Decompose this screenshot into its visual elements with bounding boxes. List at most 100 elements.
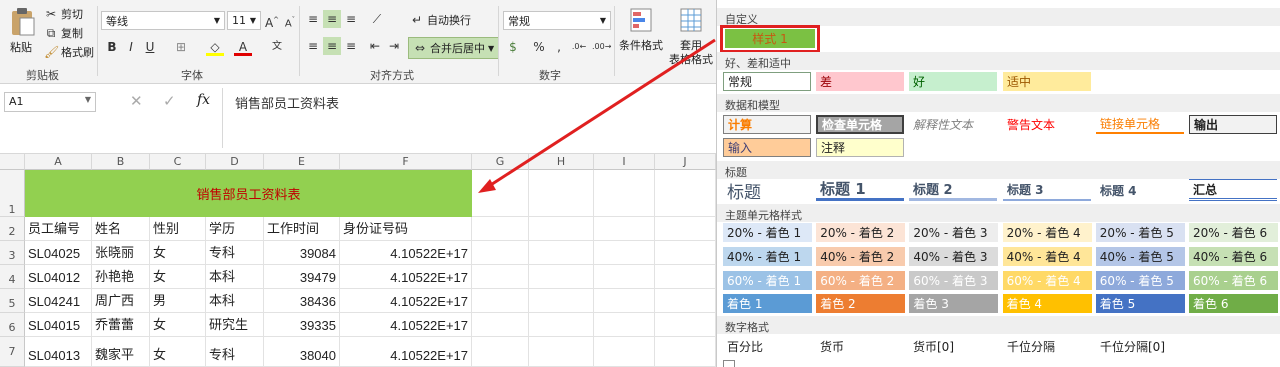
style-comma[interactable]: 千位分隔	[1003, 337, 1091, 356]
copy-button[interactable]: ⧉ 复制	[44, 25, 83, 41]
worksheet-grid[interactable]: A B C D E F G H I J 1 2 3 4 5 6 7 销售部员工资…	[0, 38, 716, 367]
theme-style-t60-3[interactable]: 60% - 着色 3	[909, 271, 999, 290]
italic-icon[interactable]: I	[122, 38, 140, 56]
increase-indent-icon[interactable]: ⇥	[385, 37, 403, 55]
column-header[interactable]: A	[25, 154, 92, 170]
column-header[interactable]: B	[92, 154, 150, 170]
style-output[interactable]: 输出	[1189, 115, 1277, 134]
paste-button[interactable]: 粘贴	[6, 6, 40, 62]
data-cell[interactable]: 孙艳艳	[92, 265, 150, 289]
column-header[interactable]: D	[206, 154, 264, 170]
data-cell[interactable]: 张晓丽	[92, 241, 150, 265]
theme-style-t20-2[interactable]: 20% - 着色 2	[816, 223, 906, 242]
theme-style-t20-6[interactable]: 20% - 着色 6	[1189, 223, 1278, 242]
select-all-corner[interactable]	[0, 154, 25, 170]
theme-style-tfull-5[interactable]: 着色 5	[1095, 294, 1185, 313]
theme-style-t40-4[interactable]: 40% - 着色 4	[1002, 247, 1092, 266]
data-cell[interactable]: SL04012	[25, 265, 92, 289]
header-cell[interactable]: 身份证号码	[340, 217, 472, 241]
data-cell[interactable]: 专科	[206, 337, 264, 367]
theme-style-t40-3[interactable]: 40% - 着色 3	[909, 247, 999, 266]
data-cell[interactable]: SL04015	[25, 313, 92, 337]
border-icon[interactable]: ⊞	[172, 38, 190, 56]
style-1-swatch[interactable]: 样式 1	[725, 29, 815, 48]
style-heading-1[interactable]: 标题 1	[816, 179, 904, 201]
theme-style-t60-2[interactable]: 60% - 着色 2	[816, 271, 906, 290]
cancel-icon[interactable]: ✕	[130, 92, 143, 110]
style-comma-0[interactable]: 千位分隔[0]	[1096, 337, 1184, 356]
theme-style-t60-6[interactable]: 60% - 着色 6	[1189, 271, 1278, 290]
theme-style-t20-4[interactable]: 20% - 着色 4	[1002, 223, 1092, 242]
name-box[interactable]: A1 ▼	[4, 92, 96, 112]
style-check-cell[interactable]: 检查单元格	[816, 115, 904, 134]
font-size-select[interactable]: 11 ▼	[227, 11, 261, 30]
row-header[interactable]: 1	[0, 170, 25, 217]
new-style-icon[interactable]	[723, 360, 735, 367]
data-cell[interactable]: 女	[150, 265, 206, 289]
style-input[interactable]: 输入	[723, 138, 811, 157]
align-left-icon[interactable]: ≡	[304, 37, 322, 55]
data-cell[interactable]: 专科	[206, 241, 264, 265]
header-cell[interactable]: 性别	[150, 217, 206, 241]
header-cell[interactable]: 姓名	[92, 217, 150, 241]
theme-style-t40-6[interactable]: 40% - 着色 6	[1189, 247, 1278, 266]
shrink-font-icon[interactable]: Aˇ	[281, 11, 299, 29]
data-cell[interactable]: 周广西	[92, 289, 150, 313]
grow-font-icon[interactable]: A^	[263, 11, 281, 30]
style-good[interactable]: 好	[909, 72, 997, 91]
style-percent[interactable]: 百分比	[723, 337, 811, 356]
wrap-text-button[interactable]: ↵ 自动换行	[410, 12, 471, 28]
data-cell[interactable]: 乔蕾蕾	[92, 313, 150, 337]
format-painter-button[interactable]: 🖌 格式刷	[44, 44, 94, 60]
theme-style-t60-5[interactable]: 60% - 着色 5	[1095, 271, 1185, 290]
style-total[interactable]: 汇总	[1189, 179, 1277, 201]
data-cell[interactable]: 38436	[264, 289, 340, 313]
style-bad[interactable]: 差	[816, 72, 904, 91]
column-header[interactable]: C	[150, 154, 206, 170]
data-cell[interactable]: SL04025	[25, 241, 92, 265]
insert-function-icon[interactable]: fx	[197, 92, 210, 108]
title-cell[interactable]: 销售部员工资料表	[25, 170, 472, 217]
align-center-icon[interactable]: ≡	[323, 37, 341, 55]
style-heading-3[interactable]: 标题 3	[1003, 179, 1091, 201]
style-currency-0[interactable]: 货币[0]	[909, 337, 997, 356]
style-linked-cell[interactable]: 链接单元格	[1096, 115, 1184, 134]
data-cell[interactable]: 39084	[264, 241, 340, 265]
style-heading-4[interactable]: 标题 4	[1096, 179, 1184, 201]
data-cell[interactable]: 男	[150, 289, 206, 313]
style-calculation[interactable]: 计算	[723, 115, 811, 134]
theme-style-t20-1[interactable]: 20% - 着色 1	[723, 223, 812, 242]
row-header[interactable]: 4	[0, 265, 25, 289]
style-normal[interactable]: 常规	[723, 72, 811, 91]
theme-style-t40-2[interactable]: 40% - 着色 2	[816, 247, 906, 266]
data-cell[interactable]: 研究生	[206, 313, 264, 337]
orientation-icon[interactable]: ⟋	[368, 10, 386, 28]
decrease-indent-icon[interactable]: ⇤	[366, 37, 384, 55]
data-cell[interactable]: 本科	[206, 289, 264, 313]
cut-button[interactable]: ✂ 剪切	[44, 6, 83, 22]
style-currency[interactable]: 货币	[816, 337, 904, 356]
fill-color-icon[interactable]: ◇	[206, 38, 224, 56]
font-name-select[interactable]: 等线 ▼	[101, 11, 225, 30]
style-note[interactable]: 注释	[816, 138, 904, 157]
theme-style-tfull-3[interactable]: 着色 3	[909, 294, 999, 313]
data-cell[interactable]: 4.10522E+17	[340, 241, 472, 265]
header-cell[interactable]: 员工编号	[25, 217, 92, 241]
row-header[interactable]: 5	[0, 289, 25, 313]
theme-style-t60-4[interactable]: 60% - 着色 4	[1002, 271, 1092, 290]
row-header[interactable]: 6	[0, 313, 25, 337]
data-cell[interactable]: 女	[150, 313, 206, 337]
theme-style-t40-1[interactable]: 40% - 着色 1	[723, 247, 812, 266]
align-right-icon[interactable]: ≡	[342, 37, 360, 55]
theme-style-tfull-2[interactable]: 着色 2	[816, 294, 906, 313]
underline-icon[interactable]: U	[141, 38, 159, 56]
column-header[interactable]: E	[264, 154, 340, 170]
theme-style-t20-5[interactable]: 20% - 着色 5	[1095, 223, 1185, 242]
row-header[interactable]: 3	[0, 241, 25, 265]
header-cell[interactable]: 工作时间	[264, 217, 340, 241]
header-cell[interactable]: 学历	[206, 217, 264, 241]
style-neutral[interactable]: 适中	[1003, 72, 1091, 91]
data-cell[interactable]: 本科	[206, 265, 264, 289]
enter-icon[interactable]: ✓	[163, 92, 176, 110]
style-warning[interactable]: 警告文本	[1003, 115, 1091, 134]
